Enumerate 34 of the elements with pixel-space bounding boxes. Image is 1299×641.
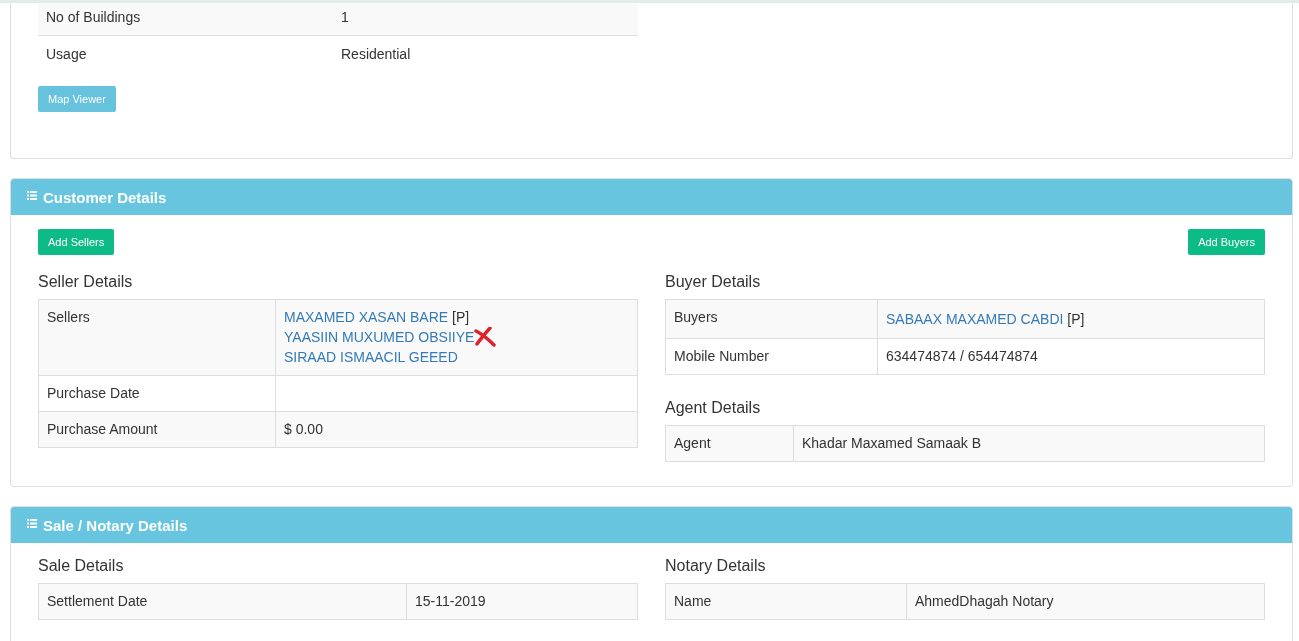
panel-title: Customer Details [43,188,167,206]
table-cell: Mobile Number [665,338,878,375]
section-heading: Seller Details [38,273,134,291]
table-cell: $ 0.00 [275,411,638,448]
table-cell: Usage [38,35,333,72]
table-cell: Residential [333,35,638,72]
section-heading: Sale Details [38,557,125,575]
table-cell: Khadar Maxamed Samaak B [793,425,1265,462]
table-cell: Purchase Date [38,375,276,412]
seller-link[interactable]: SIRAAD ISMAACIL GEEED [284,348,458,366]
table-cell: AhmedDhagah Notary [906,583,1265,620]
table-cell: Sellers [38,299,276,376]
section-heading: Notary Details [665,557,767,575]
table-cell: Settlement Date [38,583,407,620]
seller-link[interactable]: YAASIIN MUXUMED OBSIIYE [284,328,475,346]
table-cell: 1 [333,3,638,36]
table-cell: 634474874 / 654474874 [877,338,1265,375]
primary-tag: [P] [448,308,470,326]
section-heading: Buyer Details [665,273,762,291]
table-cell: No of Buildings [38,3,333,36]
table-cell: Name [665,583,907,620]
buyer-link[interactable]: SABAAX MAXAMED CABDI [886,310,1064,328]
table-cell: Agent [665,425,794,462]
add-sellers-button[interactable]: Add Sellers [38,229,115,255]
primary-tag: [P] [1063,310,1085,328]
add-buyers-button[interactable]: Add Buyers [1188,229,1265,255]
list-icon [27,518,37,528]
table-cell: Purchase Amount [38,411,276,448]
section-heading: Agent Details [665,399,762,417]
list-icon [27,190,37,200]
panel-title: Sale / Notary Details [43,516,188,534]
seller-link[interactable]: MAXAMED XASAN BARE [284,308,449,326]
table-cell: 15-11-2019 [406,583,638,620]
table-cell: Buyers [665,299,878,339]
